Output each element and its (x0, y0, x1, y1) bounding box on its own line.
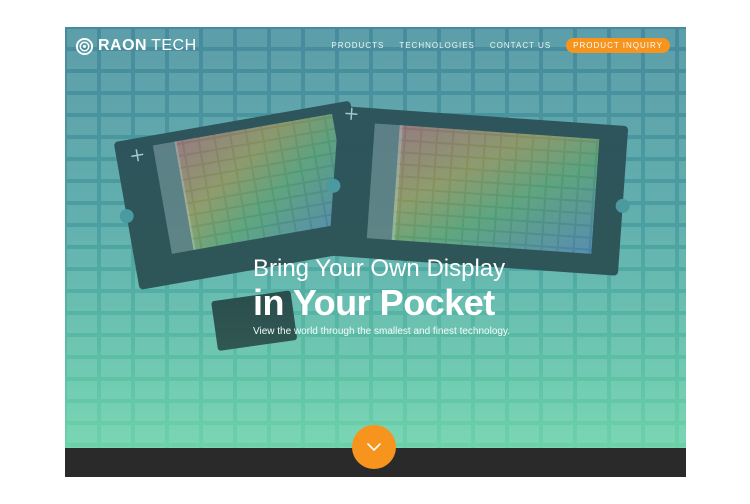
nav-link-technologies[interactable]: TECHNOLOGIES (399, 41, 475, 50)
product-inquiry-button[interactable]: PRODUCT INQUIRY (566, 38, 670, 53)
nav-links: PRODUCTS TECHNOLOGIES CONTACT US PRODUCT… (316, 38, 670, 53)
hero-headline-line2: in Your Pocket (253, 282, 495, 323)
brand-name-raon: RAON (98, 37, 148, 54)
hero-section: RAON TECH PRODUCTS TECHNOLOGIES CONTACT U… (65, 27, 686, 448)
page-frame: RAON TECH PRODUCTS TECHNOLOGIES CONTACT U… (65, 27, 686, 477)
nav-link-contact-us[interactable]: CONTACT US (490, 41, 551, 50)
brand-name-tech: TECH (151, 37, 197, 54)
top-navigation: RAON TECH PRODUCTS TECHNOLOGIES CONTACT U… (65, 27, 686, 65)
hero-color-overlay (65, 27, 686, 448)
scroll-down-button[interactable] (352, 425, 396, 469)
chevron-down-icon (367, 443, 381, 451)
nav-link-products[interactable]: PRODUCTS (331, 41, 384, 50)
brand-logo[interactable]: RAON TECH (75, 36, 197, 56)
hero-subtext: View the world through the smallest and … (253, 326, 511, 337)
raontech-logo-icon (75, 37, 94, 55)
hero-headline-block: Bring Your Own Display in Your Pocket Vi… (253, 255, 633, 339)
hero-headline-line1: Bring Your Own Display (253, 255, 506, 282)
